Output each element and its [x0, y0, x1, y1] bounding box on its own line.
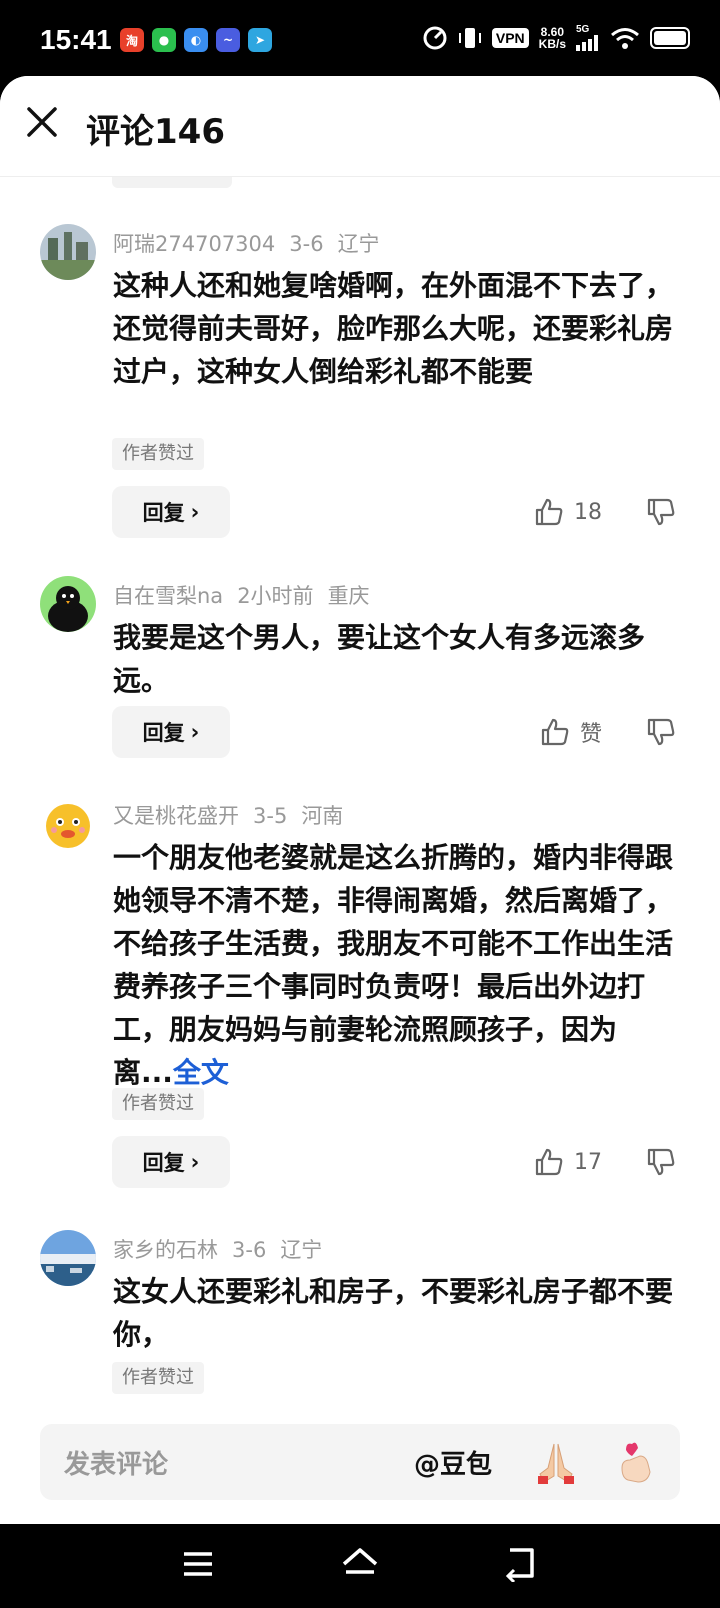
wifi-icon: [611, 27, 639, 49]
reply-label: 回复: [142, 501, 185, 525]
reply-button[interactable]: 回复 ›: [112, 486, 230, 538]
like-count: 17: [574, 1149, 602, 1175]
menu-icon[interactable]: [180, 1546, 216, 1582]
author-liked-badge: 作者赞过: [112, 1088, 204, 1120]
comment-input-placeholder[interactable]: 发表评论: [64, 1444, 168, 1481]
battery-icon: [650, 26, 690, 49]
author-liked-badge: 作者赞过: [112, 1362, 204, 1394]
praying-hands-emoji-button[interactable]: [532, 1438, 580, 1486]
comment-date: 3-5: [253, 804, 288, 828]
reply-label: 回复: [142, 1151, 185, 1175]
like-button[interactable]: 赞: [540, 706, 602, 758]
thumbs-down-icon: [647, 718, 675, 746]
signal-icon: [576, 35, 598, 51]
signal: 5G: [576, 24, 600, 51]
read-full-text-link[interactable]: 全文: [173, 1056, 229, 1089]
avatar[interactable]: [40, 224, 96, 280]
wave-app-icon: ~: [216, 28, 240, 52]
reply-button[interactable]: 回复 ›: [112, 706, 230, 758]
comment-username[interactable]: 家乡的石林: [113, 1238, 218, 1262]
browser-app-icon: ◐: [184, 28, 208, 52]
like-button[interactable]: 17: [534, 1136, 602, 1188]
chevron-right-icon: ›: [190, 1150, 200, 1174]
comment-text: 我要是这个男人，要让这个女人有多远滚多远。: [113, 621, 646, 697]
like-button[interactable]: 18: [534, 486, 602, 538]
comment-date: 3-6: [289, 232, 324, 256]
thumbs-down-icon: [647, 1148, 675, 1176]
reply-button[interactable]: 回复 ›: [112, 1136, 230, 1188]
avatar-image: [40, 576, 96, 632]
comment-text: 这女人还要彩礼和房子，不要彩礼房子都不要你，: [113, 1275, 674, 1351]
speed-unit: KB/s: [538, 36, 566, 51]
status-bar: 15:41 淘 ● ◐ ~ ➤ VPN 8.60 KB/s 5G: [0, 0, 720, 86]
chevron-right-icon: ›: [190, 500, 200, 524]
avatar[interactable]: [40, 796, 96, 852]
comment-username[interactable]: 阿瑞274707304: [113, 232, 275, 256]
sheet-header: 评论146: [0, 76, 720, 177]
page-title: 评论146: [86, 112, 225, 152]
network-speed: 8.60 KB/s: [539, 26, 566, 50]
system-navigation-bar: [0, 1524, 720, 1608]
avatar-image: [40, 1230, 96, 1286]
comment-sheet: 评论146 阿瑞274707304 3-6 辽宁 这种人还和她复啥婚啊，在外面混不下…: [0, 76, 720, 1524]
comment-username[interactable]: 又是桃花盛开: [113, 804, 239, 828]
comment-text: 一个朋友他老婆就是这么折腾的，婚内非得跟她领导不清不楚，非得闹离婚，然后离婚了，…: [113, 836, 673, 1094]
author-liked-badge: 作者赞过: [112, 438, 204, 470]
finger-heart-emoji-button[interactable]: [612, 1438, 660, 1486]
comment-meta: 家乡的石林 3-6 辽宁: [113, 1234, 336, 1264]
dislike-button[interactable]: [646, 486, 676, 538]
notification-icons: 淘 ● ◐ ~ ➤: [120, 28, 272, 52]
dislike-button[interactable]: [646, 1136, 676, 1188]
close-icon[interactable]: [22, 102, 62, 142]
reply-label: 回复: [142, 721, 185, 745]
comment-location: 河南: [301, 804, 344, 828]
thumbs-down-icon: [647, 498, 675, 526]
thumbs-up-icon: [541, 718, 569, 746]
comment-location: 辽宁: [337, 232, 380, 256]
vibrate-icon: [458, 27, 481, 48]
taobao-app-icon: 淘: [120, 28, 144, 52]
avatar-image: [40, 796, 96, 852]
dislike-button[interactable]: [646, 706, 676, 758]
like-count: 赞: [579, 722, 602, 747]
like-count: 18: [574, 499, 602, 525]
comment-meta: 又是桃花盛开 3-5 河南: [113, 800, 357, 830]
comment-list[interactable]: 阿瑞274707304 3-6 辽宁 这种人还和她复啥婚啊，在外面混不下去了，还觉得…: [0, 176, 720, 1476]
comment-location: 辽宁: [280, 1238, 323, 1262]
comment-input-bar[interactable]: 发表评论 @豆包: [40, 1424, 680, 1500]
telegram-app-icon: ➤: [248, 28, 272, 52]
comment-date: 2小时前: [237, 584, 314, 608]
home-icon[interactable]: [340, 1546, 380, 1582]
chevron-right-icon: ›: [190, 720, 200, 744]
comment-text-content: 一个朋友他老婆就是这么折腾的，婚内非得跟她领导不清不楚，非得闹离婚，然后离婚了，…: [113, 841, 674, 1089]
thumbs-up-icon: [535, 498, 563, 526]
system-icons: VPN 8.60 KB/s 5G: [422, 24, 690, 51]
speedometer-icon: [423, 26, 447, 49]
avatar[interactable]: [40, 1230, 96, 1286]
avatar[interactable]: [40, 576, 96, 632]
thumbs-up-icon: [535, 1148, 563, 1176]
comment-username[interactable]: 自在雪梨na: [113, 584, 223, 608]
status-time: 15:41: [40, 24, 112, 55]
previous-comment-stub: [112, 176, 232, 188]
vpn-badge: VPN: [491, 27, 529, 48]
comment-date: 3-6: [232, 1238, 267, 1262]
network-type: 5G: [576, 24, 590, 35]
avatar-image: [40, 224, 96, 280]
speed-value: 8.60: [540, 24, 564, 39]
wechat-app-icon: ●: [152, 28, 176, 52]
comment-meta: 自在雪梨na 2小时前 重庆: [113, 580, 384, 610]
back-icon[interactable]: [502, 1546, 538, 1582]
mention-doubao-button[interactable]: @豆包: [414, 1444, 492, 1481]
comment-text: 这种人还和她复啥婚啊，在外面混不下去了，还觉得前夫哥好，脸咋那么大呢，还要彩礼房…: [113, 269, 674, 388]
comment-meta: 阿瑞274707304 3-6 辽宁: [113, 228, 394, 258]
comment-location: 重庆: [327, 584, 370, 608]
